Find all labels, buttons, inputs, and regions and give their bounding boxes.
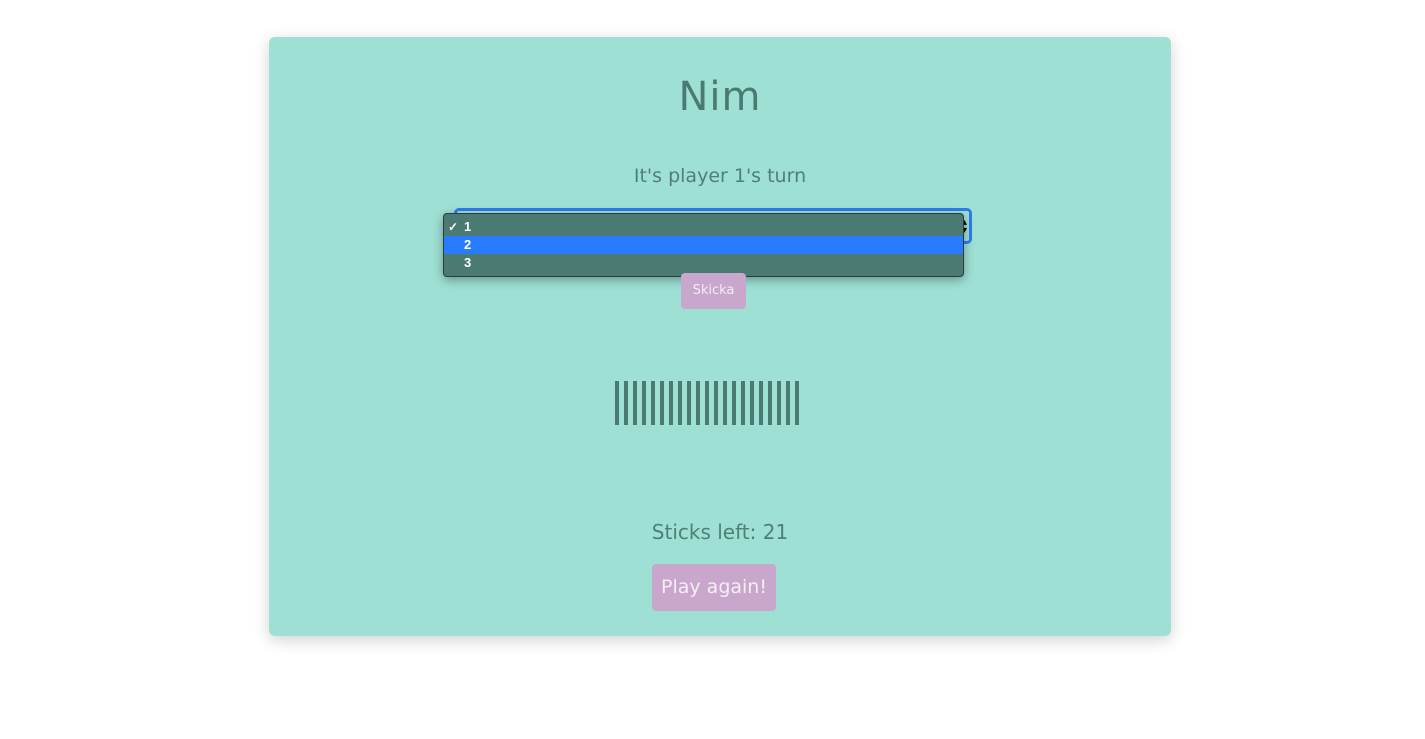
- submit-button[interactable]: Skicka: [681, 273, 746, 309]
- stick: [705, 381, 709, 425]
- select-option-3[interactable]: 3: [444, 254, 963, 272]
- stick: [741, 381, 745, 425]
- select-option-1[interactable]: ✓ 1: [444, 218, 963, 236]
- select-dropdown: ✓ 1 2 3: [443, 213, 964, 277]
- stick: [651, 381, 655, 425]
- stick: [723, 381, 727, 425]
- stick: [768, 381, 772, 425]
- stick: [777, 381, 781, 425]
- stick: [687, 381, 691, 425]
- stick: [678, 381, 682, 425]
- stick: [660, 381, 664, 425]
- play-again-button[interactable]: Play again!: [652, 564, 776, 611]
- stick: [624, 381, 628, 425]
- sticks-row: [615, 381, 799, 425]
- stick: [669, 381, 673, 425]
- stick: [750, 381, 754, 425]
- turn-indicator: It's player 1's turn: [633, 165, 807, 187]
- stick: [615, 381, 619, 425]
- stick: [714, 381, 718, 425]
- select-option-2[interactable]: 2: [444, 236, 963, 254]
- stick: [696, 381, 700, 425]
- stick: [795, 381, 799, 425]
- sticks-left-counter: Sticks left: 21: [651, 520, 789, 544]
- stick: [759, 381, 763, 425]
- option-label: 1: [464, 219, 472, 234]
- option-label: 2: [464, 237, 472, 252]
- game-card: Nim It's player 1's turn ▴ ▾ ✓ 1 2 3 Skic…: [269, 37, 1171, 636]
- stick: [786, 381, 790, 425]
- stick: [732, 381, 736, 425]
- checkmark-icon: ✓: [448, 220, 459, 234]
- page-title: Nim: [678, 74, 762, 120]
- stick: [642, 381, 646, 425]
- stick: [633, 381, 637, 425]
- option-label: 3: [464, 255, 472, 270]
